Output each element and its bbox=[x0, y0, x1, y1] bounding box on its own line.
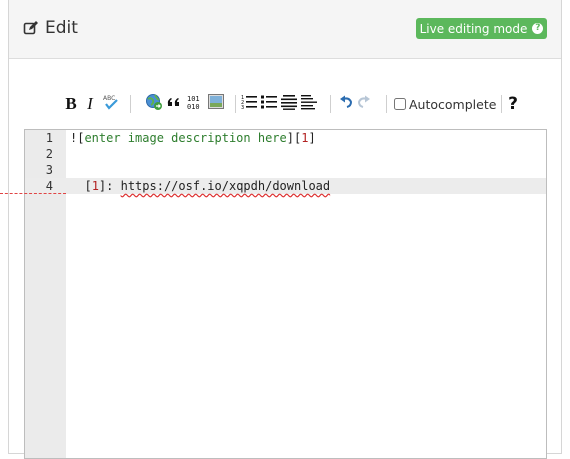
editor-line[interactable]: 1 ![enter image description here][1] bbox=[25, 130, 546, 146]
markup-token: [ bbox=[70, 179, 92, 193]
toolbar-divider bbox=[501, 95, 502, 113]
line-number: 2 bbox=[45, 147, 53, 161]
ordered-list-icon: 1 2 3 bbox=[241, 94, 257, 115]
svg-text:010: 010 bbox=[187, 103, 200, 110]
italic-button[interactable]: I bbox=[84, 92, 96, 116]
heading-icon bbox=[281, 94, 297, 115]
image-button[interactable] bbox=[207, 92, 225, 116]
globe-link-icon bbox=[145, 93, 163, 116]
edit-title-label: Edit bbox=[45, 18, 78, 38]
blockquote-button[interactable] bbox=[165, 92, 183, 116]
line-number: 1 bbox=[45, 131, 53, 145]
help-button[interactable]: ? bbox=[506, 92, 520, 116]
horizontal-rule-icon bbox=[301, 94, 317, 115]
live-editing-mode-label: Live editing mode bbox=[419, 21, 528, 36]
editor-line-active[interactable]: 4 [1]: https://osf.io/xqpdh/download bbox=[25, 178, 546, 194]
toolbar-divider bbox=[130, 95, 131, 113]
bullet-list-icon bbox=[261, 94, 277, 115]
markup-token: ]: bbox=[98, 179, 121, 193]
binary-code-icon: 101 010 bbox=[187, 94, 203, 115]
editor-line[interactable]: 3 bbox=[25, 162, 546, 178]
spellcheck-icon: ABC bbox=[101, 93, 121, 116]
autocomplete-label: Autocomplete bbox=[409, 96, 497, 112]
bold-button[interactable]: B bbox=[64, 92, 78, 116]
code-sample-button[interactable]: 101 010 bbox=[186, 92, 204, 116]
autocomplete-checkbox[interactable] bbox=[394, 98, 406, 110]
line-content: [1]: https://osf.io/xqpdh/download bbox=[70, 178, 330, 194]
quote-icon bbox=[166, 95, 182, 114]
redo-icon bbox=[357, 95, 371, 114]
reference-url[interactable]: https://osf.io/xqpdh/download bbox=[121, 179, 331, 193]
svg-text:101: 101 bbox=[187, 95, 200, 103]
markup-token: ][ bbox=[286, 131, 302, 145]
toolbar-divider bbox=[330, 95, 331, 113]
undo-icon bbox=[339, 95, 353, 114]
line-number: 4 bbox=[45, 179, 53, 193]
undo-button[interactable] bbox=[338, 92, 354, 116]
line-error-marker bbox=[0, 193, 66, 194]
page-title: Edit bbox=[23, 17, 78, 39]
toolbar-divider bbox=[386, 95, 387, 113]
redo-button[interactable] bbox=[356, 92, 372, 116]
toolbar-divider bbox=[235, 95, 236, 113]
panel-header: Edit Live editing mode ? bbox=[9, 0, 561, 59]
markdown-toolbar: B I ABC 101 010 1 2 3 Autocomplete ? bbox=[64, 92, 524, 116]
image-alt-text: enter image description here bbox=[84, 131, 287, 145]
markup-token: ![ bbox=[70, 131, 85, 145]
edit-square-icon bbox=[23, 20, 39, 36]
editor-line[interactable]: 2 bbox=[25, 146, 546, 162]
spellcheck-button[interactable]: ABC bbox=[100, 92, 122, 116]
line-number: 3 bbox=[45, 163, 53, 177]
horizontal-rule-button[interactable] bbox=[301, 92, 317, 116]
reference-id: 1 bbox=[91, 179, 99, 193]
image-icon bbox=[208, 94, 224, 114]
autocomplete-toggle[interactable]: Autocomplete bbox=[394, 92, 496, 116]
line-content: ![enter image description here][1] bbox=[70, 130, 316, 146]
numbered-list-button[interactable]: 1 2 3 bbox=[241, 92, 257, 116]
heading-button[interactable] bbox=[281, 92, 297, 116]
hyperlink-button[interactable] bbox=[144, 92, 164, 116]
svg-text:3: 3 bbox=[241, 105, 244, 110]
svg-text:ABC: ABC bbox=[103, 95, 115, 102]
question-circle-icon: ? bbox=[532, 23, 544, 34]
markdown-editor[interactable]: 1 ![enter image description here][1] 2 3… bbox=[24, 129, 547, 459]
live-editing-mode-button[interactable]: Live editing mode ? bbox=[416, 18, 547, 39]
markup-token: ] bbox=[308, 131, 316, 145]
bulleted-list-button[interactable] bbox=[261, 92, 277, 116]
